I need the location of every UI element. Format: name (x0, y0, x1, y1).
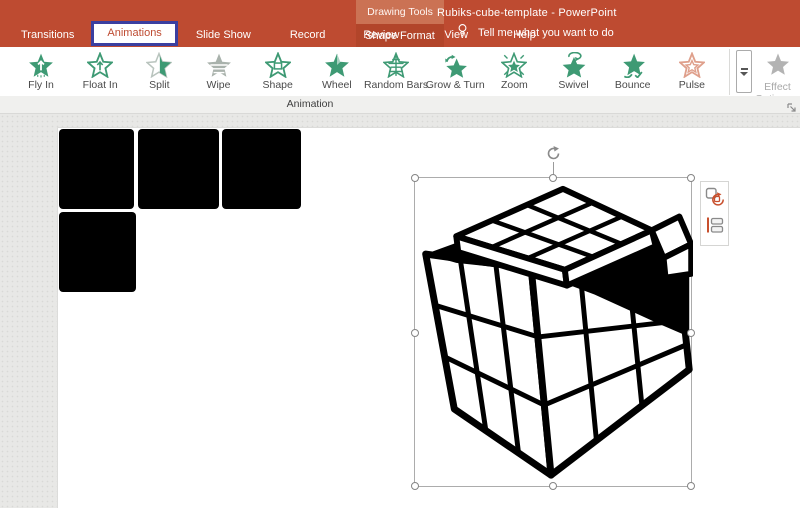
title-bar: Drawing Tools Shape Format Rubiks-cube-t… (0, 0, 800, 47)
tab-transitions[interactable]: Transitions (10, 25, 85, 47)
ribbon: Fly In Float In Split Wipe Shape Wheel R… (0, 47, 800, 117)
lightbulb-icon (456, 23, 469, 42)
selected-object-frame[interactable] (411, 146, 695, 490)
star-random-bars-icon (383, 52, 410, 78)
tell-me-label: Tell me what you want to do (478, 26, 614, 39)
resize-handle-top-center[interactable] (549, 174, 557, 182)
star-wipe-icon (206, 52, 232, 78)
document-title: Rubiks-cube-template - PowerPoint (437, 7, 617, 19)
tell-me-box[interactable]: Tell me what you want to do (456, 23, 614, 42)
animation-gallery: Fly In Float In Split Wipe Shape Wheel R… (12, 49, 730, 95)
animation-random-bars[interactable]: Random Bars (364, 49, 428, 95)
star-bounce-icon (620, 52, 646, 78)
star-grow-turn-icon (442, 52, 468, 78)
align-objects-icon (705, 215, 725, 240)
black-square-shape-4[interactable] (59, 212, 136, 292)
animation-grow-turn[interactable]: Grow & Turn (426, 49, 485, 95)
resize-handle-bottom-right[interactable] (687, 482, 695, 490)
dialog-launcher-icon[interactable] (787, 100, 797, 112)
resize-handle-bottom-left[interactable] (411, 482, 419, 490)
resize-handle-bottom-center[interactable] (549, 482, 557, 490)
animation-pulse[interactable]: Pulse (663, 49, 721, 95)
black-square-shape-2[interactable] (138, 129, 219, 209)
animation-wheel[interactable]: Wheel (308, 49, 366, 95)
black-square-shape-1[interactable] (59, 129, 134, 209)
effect-options-label-1: Effect (764, 81, 791, 93)
replace-shape-icon (705, 187, 725, 212)
black-square-shape-3[interactable] (222, 129, 301, 209)
powerpoint-window: Drawing Tools Shape Format Rubiks-cube-t… (0, 0, 800, 508)
rubiks-cube-image[interactable] (415, 179, 693, 485)
resize-handle-top-left[interactable] (411, 174, 419, 182)
effect-options-button[interactable]: Effect Options ˅ (755, 49, 800, 117)
star-fly-in-icon (28, 52, 54, 78)
star-split-icon (146, 52, 173, 78)
tab-review[interactable]: Review (352, 25, 410, 47)
resize-handle-middle-left[interactable] (411, 329, 419, 337)
star-float-in-icon (87, 52, 114, 78)
on-object-flyout (700, 181, 729, 246)
ribbon-group-band: Animation (0, 96, 800, 114)
animation-split[interactable]: Split (130, 49, 188, 95)
animation-fly-in[interactable]: Fly In (12, 49, 70, 95)
effect-options-star-icon (766, 52, 790, 81)
object-replace-button[interactable] (704, 187, 726, 212)
animation-wipe[interactable]: Wipe (190, 49, 248, 95)
animation-zoom[interactable]: Zoom (485, 49, 543, 95)
tab-animations[interactable]: Animations (91, 21, 178, 46)
resize-handle-middle-right[interactable] (687, 329, 695, 337)
star-wheel-icon (324, 52, 350, 78)
star-pulse-icon (678, 52, 705, 78)
star-zoom-icon (501, 52, 528, 78)
rotation-handle[interactable] (545, 145, 562, 162)
animation-group-label: Animation (286, 98, 334, 110)
animation-float-in[interactable]: Float In (71, 49, 129, 95)
star-shape-icon (264, 52, 291, 78)
drawing-tools-label: Drawing Tools (356, 0, 444, 24)
resize-handle-top-right[interactable] (687, 174, 695, 182)
gallery-more-button[interactable] (736, 50, 752, 93)
tab-slide-show[interactable]: Slide Show (185, 25, 262, 47)
star-swivel-icon (561, 52, 587, 78)
animation-shape[interactable]: Shape (249, 49, 307, 95)
tab-record[interactable]: Record (279, 25, 336, 47)
animation-bounce[interactable]: Bounce (604, 49, 662, 95)
animation-swivel[interactable]: Swivel (545, 49, 603, 95)
gallery-more-icon (740, 67, 748, 70)
object-align-button[interactable] (704, 217, 726, 239)
